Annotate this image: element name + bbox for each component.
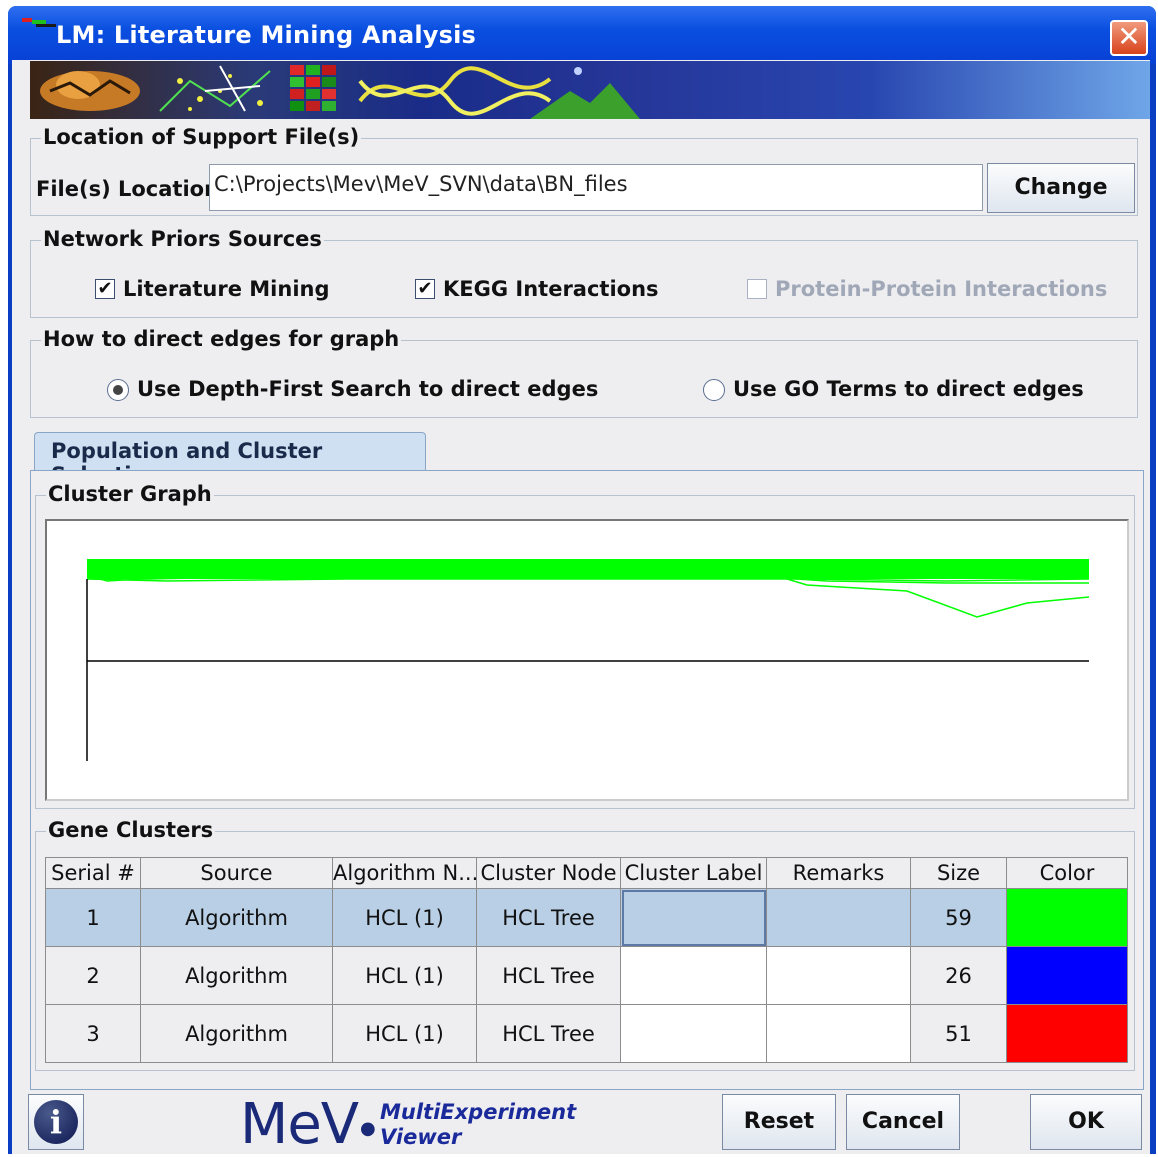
info-icon: i	[34, 1100, 78, 1144]
mev-logo-line1: MultiExperiment	[380, 1100, 577, 1124]
table-row[interactable]: 1 Algorithm HCL (1) HCL Tree 59	[45, 888, 1128, 947]
cell-source[interactable]: Algorithm	[140, 888, 333, 947]
cell-size[interactable]: 51	[910, 1004, 1007, 1063]
network-priors-title: Network Priors Sources	[41, 227, 324, 251]
file-location-field[interactable]: C:\Projects\Mev\MeV_SVN\data\BN_files	[209, 164, 983, 211]
cell-serial[interactable]: 3	[45, 1004, 141, 1063]
change-button[interactable]: Change	[987, 163, 1135, 213]
cell-cluster-label[interactable]	[620, 888, 767, 947]
col-serial[interactable]: Serial #	[45, 857, 141, 889]
cell-remarks[interactable]	[766, 946, 911, 1005]
mev-logo-subtitle: MultiExperiment Viewer	[380, 1100, 576, 1150]
edge-direction-section: How to direct edges for graph Use Depth-…	[30, 327, 1138, 418]
col-source[interactable]: Source	[140, 857, 333, 889]
cluster-graph-title: Cluster Graph	[46, 482, 214, 506]
cell-cluster-node[interactable]: HCL Tree	[476, 1004, 621, 1063]
cell-source[interactable]: Algorithm	[140, 1004, 333, 1063]
col-size[interactable]: Size	[910, 857, 1007, 889]
cell-algorithm[interactable]: HCL (1)	[332, 946, 477, 1005]
cell-remarks[interactable]	[766, 888, 911, 947]
literature-mining-checkbox[interactable]: ✔	[95, 279, 115, 299]
go-terms-label[interactable]: Use GO Terms to direct edges	[733, 377, 1084, 401]
col-cluster-node[interactable]: Cluster Node	[476, 857, 621, 889]
table-row[interactable]: 2 Algorithm HCL (1) HCL Tree 26	[45, 946, 1128, 1005]
mev-logo-line2: Viewer	[380, 1125, 462, 1149]
cancel-button[interactable]: Cancel	[846, 1094, 960, 1150]
tab-panel: Cluster Graph Gene Clusters Serial # Sou…	[30, 470, 1144, 1090]
cell-algorithm[interactable]: HCL (1)	[332, 888, 477, 947]
info-button[interactable]: i	[28, 1094, 84, 1150]
ok-button[interactable]: OK	[1030, 1094, 1142, 1150]
col-remarks[interactable]: Remarks	[766, 857, 911, 889]
cell-color-swatch[interactable]	[1006, 1004, 1128, 1063]
network-priors-section: Network Priors Sources ✔ Literature Mini…	[30, 227, 1138, 318]
app-icon	[22, 18, 56, 27]
depth-first-radio[interactable]	[107, 379, 129, 401]
title-bar[interactable]: LM: Literature Mining Analysis ✕	[8, 6, 1156, 64]
support-files-section: Location of Support File(s) File(s) Loca…	[30, 125, 1138, 216]
cell-source[interactable]: Algorithm	[140, 946, 333, 1005]
dialog-content: Location of Support File(s) File(s) Loca…	[12, 60, 1150, 1157]
cell-cluster-node[interactable]: HCL Tree	[476, 888, 621, 947]
banner-image	[30, 61, 1150, 119]
protein-protein-label: Protein-Protein Interactions	[775, 277, 1108, 301]
mev-logo: MeV	[240, 1092, 359, 1157]
gene-clusters-table: Serial # Source Algorithm N... Cluster N…	[45, 857, 1128, 1063]
window-title: LM: Literature Mining Analysis	[56, 21, 477, 49]
cell-remarks[interactable]	[766, 1004, 911, 1063]
go-terms-radio[interactable]	[703, 379, 725, 401]
kegg-interactions-label[interactable]: KEGG Interactions	[443, 277, 659, 301]
cell-serial[interactable]: 1	[45, 888, 141, 947]
cell-serial[interactable]: 2	[45, 946, 141, 1005]
cluster-band	[87, 559, 1089, 579]
cell-cluster-label[interactable]	[620, 1004, 767, 1063]
edge-direction-title: How to direct edges for graph	[41, 327, 402, 351]
cell-algorithm[interactable]: HCL (1)	[332, 1004, 477, 1063]
support-files-title: Location of Support File(s)	[41, 125, 362, 149]
cell-size[interactable]: 26	[910, 946, 1007, 1005]
reset-button[interactable]: Reset	[722, 1094, 836, 1150]
gene-clusters-title: Gene Clusters	[46, 818, 216, 842]
cell-color-swatch[interactable]	[1006, 888, 1128, 947]
mev-logo-dot: ●	[360, 1118, 376, 1139]
protein-protein-checkbox	[747, 279, 767, 299]
kegg-interactions-checkbox[interactable]: ✔	[415, 279, 435, 299]
file-location-label: File(s) Location:	[36, 177, 228, 201]
cluster-graph-canvas	[45, 519, 1129, 801]
tab-population-cluster[interactable]: Population and Cluster Selection	[34, 432, 426, 487]
col-color[interactable]: Color	[1006, 857, 1128, 889]
close-icon[interactable]: ✕	[1110, 20, 1148, 56]
table-row[interactable]: 3 Algorithm HCL (1) HCL Tree 51	[45, 1004, 1128, 1063]
cell-cluster-label[interactable]	[620, 946, 767, 1005]
dialog-window: LM: Literature Mining Analysis ✕ Locatio…	[8, 6, 1156, 1157]
cell-color-swatch[interactable]	[1006, 946, 1128, 1005]
col-algorithm[interactable]: Algorithm N...	[332, 857, 477, 889]
cell-cluster-node[interactable]: HCL Tree	[476, 946, 621, 1005]
cell-size[interactable]: 59	[910, 888, 1007, 947]
depth-first-label[interactable]: Use Depth-First Search to direct edges	[137, 377, 598, 401]
literature-mining-label[interactable]: Literature Mining	[123, 277, 330, 301]
col-cluster-label[interactable]: Cluster Label	[620, 857, 767, 889]
